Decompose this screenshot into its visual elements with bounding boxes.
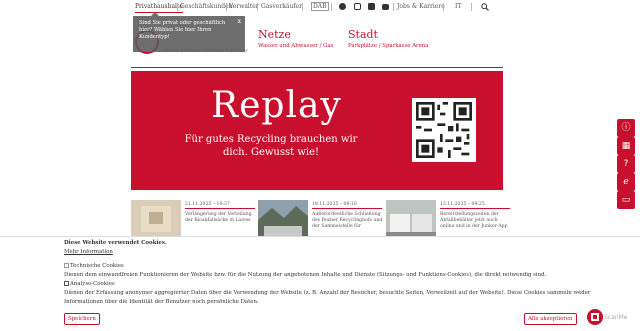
nav-verwalter[interactable]: Verwalter	[229, 3, 259, 10]
library-icon: ▦	[621, 141, 631, 151]
tech-cookies-label: Technische Cookies	[70, 263, 124, 269]
nav-separator	[257, 3, 258, 11]
save-button[interactable]: Speichern	[64, 313, 100, 325]
qr-code-pattern	[416, 102, 472, 158]
nav-jobs-karriere[interactable]: Jobs & Karriere	[397, 3, 445, 10]
youtube-icon[interactable]	[382, 4, 389, 10]
scanme-label: ScanMe	[604, 314, 628, 321]
news-item[interactable]: 13.11.2025 – 09:25 Bereitstellungszeiten…	[386, 200, 510, 238]
news-date: 18.11.2025 – 09:10	[312, 202, 357, 207]
nav-geschaeftskunden[interactable]: Geschäftskunden	[180, 3, 233, 10]
news-title: Bereitstellungszeiten der Abfallbehälter…	[440, 212, 508, 229]
nav-separator	[331, 3, 332, 11]
hero-subtitle: Für gutes Recycling brauchen wir dich. G…	[184, 134, 358, 158]
nav-separator	[471, 3, 472, 11]
qr-code	[412, 98, 476, 162]
scanme-icon	[587, 309, 603, 325]
tooltip-text: Sind Sie privat oder geschäftlich hier? …	[139, 20, 226, 40]
hearing-button[interactable]: ℯ	[617, 173, 635, 191]
cookie-more-link[interactable]: Mehr Information	[64, 249, 113, 255]
library-button[interactable]: ▦	[617, 137, 635, 155]
news-image	[131, 200, 181, 238]
info-icon: ⓘ	[621, 123, 631, 133]
analysis-cookies-checkbox[interactable]	[64, 281, 69, 286]
news-title: Verlängerung der Verteilung der Bioabfal…	[185, 212, 252, 223]
hero-banner[interactable]: Replay Für gutes Recycling brauchen wir …	[131, 71, 503, 190]
news-divider	[312, 208, 382, 209]
info-button[interactable]: ⓘ	[617, 119, 635, 137]
analysis-cookies-desc-1: Dienen der Erfassung anonymer aggregiert…	[64, 290, 591, 296]
header-divider	[131, 67, 503, 68]
header-netze-title: Netze	[258, 28, 291, 41]
news-title: Außerordentliche Schließung des Bozner R…	[312, 212, 383, 229]
close-icon[interactable]: x	[238, 18, 241, 25]
tech-cookies-checkbox	[64, 263, 69, 268]
search-icon[interactable]	[481, 3, 489, 11]
nav-separator	[443, 3, 444, 11]
cookie-title: Diese Website verwendet Cookies.	[64, 240, 167, 246]
header-stadt[interactable]: Stadt Parkplätze / Sparkasse Arena	[348, 28, 428, 49]
header-stadt-title: Stadt	[348, 28, 378, 41]
news-item[interactable]: 18.11.2025 – 09:10 Außerordentliche Schl…	[258, 200, 382, 238]
nav-gasverkaeufer[interactable]: Gasverkäufer	[261, 3, 302, 10]
accept-all-button[interactable]: Alle akzeptieren	[524, 313, 577, 325]
header-stadt-sub: Parkplätze / Sparkasse Arena	[348, 43, 429, 49]
nav-separator	[177, 3, 178, 11]
customer-type-tooltip: Sind Sie privat oder geschäftlich hier? …	[133, 12, 245, 52]
header-netze[interactable]: Netze Wasser und Abwasser / Gas	[258, 28, 333, 49]
computer-button[interactable]: ▭	[617, 191, 635, 209]
top-navigation: Privathaushalte Geschäftskunden Verwalte…	[0, 0, 640, 16]
nav-separator	[302, 3, 303, 11]
linkedin-icon[interactable]	[368, 3, 375, 10]
nav-dab[interactable]: DAB	[311, 2, 329, 11]
language-switch[interactable]: IT	[455, 3, 461, 10]
news-date: 13.11.2025 – 09:25	[440, 202, 485, 207]
analysis-cookies-desc-2: Informationen über die Identität der Ben…	[64, 299, 259, 305]
news-date: 21.11.2025 – 10:37	[185, 202, 230, 207]
news-image	[386, 200, 436, 238]
help-button[interactable]: ?	[617, 155, 635, 173]
nav-separator	[393, 3, 394, 11]
facebook-icon[interactable]	[339, 3, 346, 10]
news-item[interactable]: 21.11.2025 – 10:37 Verlängerung der Vert…	[131, 200, 255, 238]
instagram-icon[interactable]	[354, 3, 361, 10]
news-divider	[185, 208, 255, 209]
tech-cookies-desc: Dienen dem einwandfreien Funktionieren d…	[64, 272, 547, 278]
header-netze-sub: Wasser und Abwasser / Gas	[258, 43, 334, 49]
news-divider	[440, 208, 510, 209]
scanme-badge[interactable]: ScanMe	[586, 306, 636, 328]
tech-cookies-row: Technische Cookies	[64, 263, 124, 269]
hero-title: Replay	[211, 85, 342, 126]
ear-icon: ℯ	[623, 177, 629, 187]
nav-separator	[226, 3, 227, 11]
news-image	[258, 200, 308, 238]
computer-icon: ▭	[621, 195, 631, 205]
help-icon: ?	[623, 159, 629, 169]
analysis-cookies-label: Analyse-Cookies	[70, 281, 115, 287]
analysis-cookies-row[interactable]: Analyse-Cookies	[64, 281, 115, 287]
